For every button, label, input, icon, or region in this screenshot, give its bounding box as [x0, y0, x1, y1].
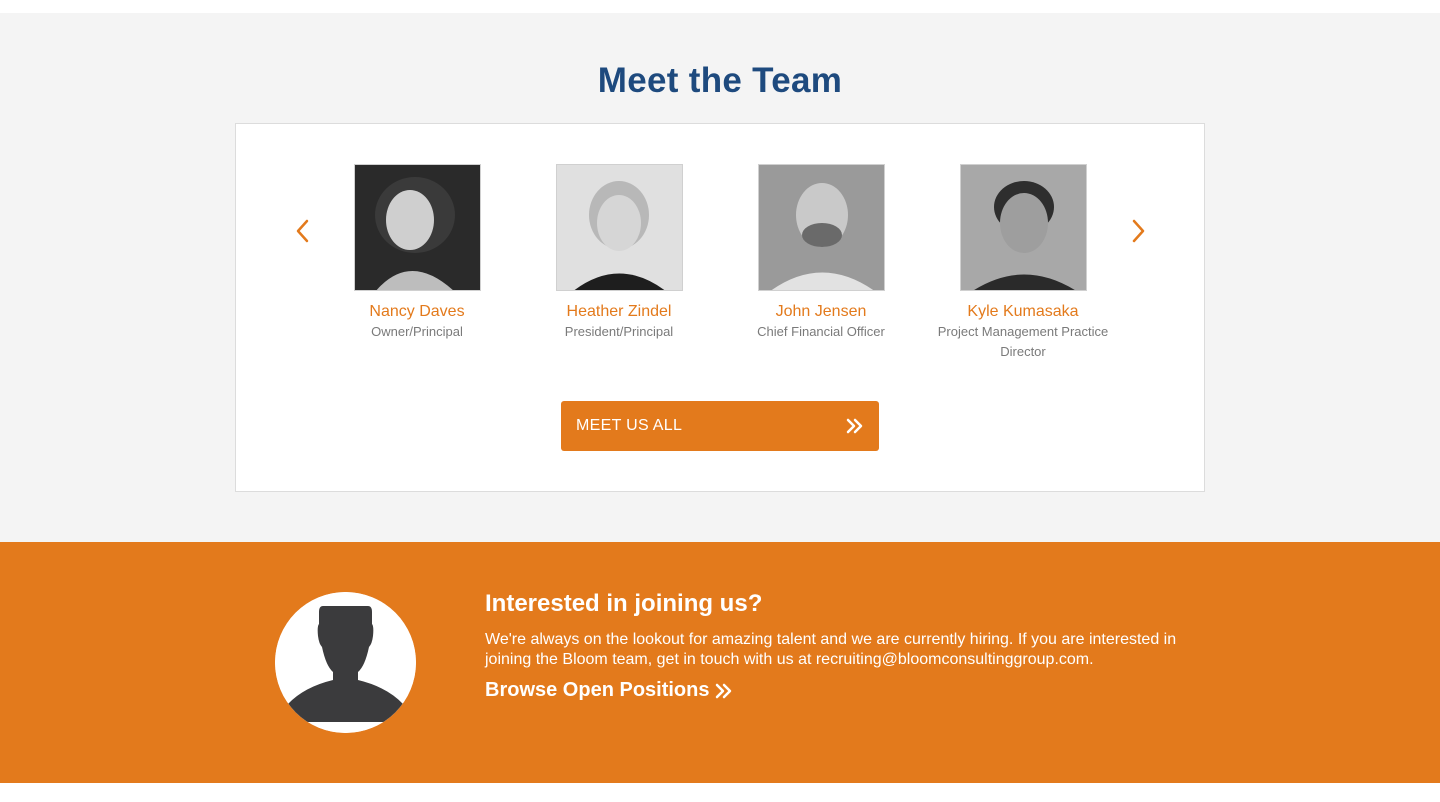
person-silhouette-icon: [275, 592, 416, 733]
join-us-section: Interested in joining us? We're always o…: [0, 542, 1440, 783]
member-role: Project Management Practice Director: [937, 324, 1109, 359]
meet-us-all-label: MEET US ALL: [576, 417, 683, 434]
chevron-left-icon: [296, 219, 309, 243]
avatar-placeholder: [275, 592, 416, 733]
double-chevron-right-icon: [846, 418, 863, 434]
team-carousel: Nancy Daves Owner/Principal Heather Zind…: [235, 123, 1205, 492]
team-member-card[interactable]: Heather Zindel President/Principal: [519, 164, 719, 342]
member-photo[interactable]: [959, 164, 1087, 291]
bottom-strip: [0, 783, 1440, 802]
member-role: President/Principal: [564, 324, 674, 339]
member-name[interactable]: Kyle Kumasaka: [923, 302, 1123, 322]
join-title: Interested in joining us?: [485, 590, 763, 617]
member-name[interactable]: John Jensen: [721, 302, 921, 322]
team-member-card[interactable]: Kyle Kumasaka Project Management Practic…: [923, 164, 1123, 362]
carousel-prev-button[interactable]: [289, 218, 315, 244]
meet-us-all-button[interactable]: MEET US ALL: [561, 401, 879, 451]
member-photo[interactable]: [757, 164, 885, 291]
team-member-card[interactable]: John Jensen Chief Financial Officer: [721, 164, 921, 342]
member-photo[interactable]: [555, 164, 683, 291]
member-role: Owner/Principal: [371, 324, 463, 339]
join-description: We're always on the lookout for amazing …: [485, 631, 1177, 668]
member-photo[interactable]: [353, 164, 481, 291]
carousel-next-button[interactable]: [1126, 218, 1152, 244]
browse-open-positions-label: Browse Open Positions: [485, 679, 710, 701]
member-name[interactable]: Nancy Daves: [317, 302, 517, 322]
team-member-card[interactable]: Nancy Daves Owner/Principal: [317, 164, 517, 342]
browse-open-positions-link[interactable]: Browse Open Positions: [485, 679, 733, 702]
meet-the-team-section: Meet the Team Nancy Daves Owner/Principa…: [0, 13, 1440, 542]
member-name[interactable]: Heather Zindel: [519, 302, 719, 322]
double-chevron-right-icon: [716, 683, 732, 698]
section-title: Meet the Team: [597, 61, 843, 100]
chevron-right-icon: [1132, 219, 1145, 243]
member-role: Chief Financial Officer: [757, 324, 885, 339]
top-strip: [0, 0, 1440, 13]
